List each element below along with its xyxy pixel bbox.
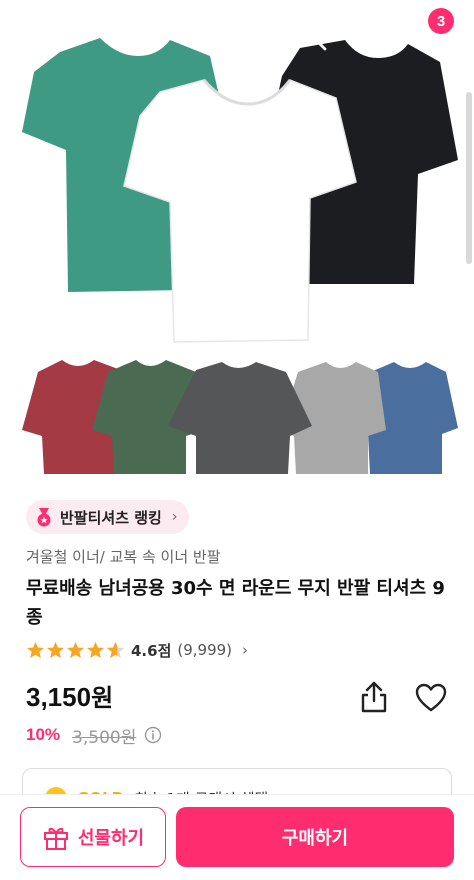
buy-button[interactable]: 구매하기 — [176, 807, 454, 867]
info-icon[interactable] — [144, 726, 162, 744]
half-star-icon — [106, 641, 125, 658]
sale-price: 3,150원 — [26, 678, 113, 713]
medal-icon — [37, 508, 51, 527]
search-icon — [298, 22, 327, 51]
home-button[interactable] — [354, 18, 394, 58]
product-category[interactable]: 겨울철 이너/ 교복 속 이너 반팔 — [26, 546, 221, 567]
rating-value: 4.6점 — [131, 641, 172, 660]
gift-button[interactable]: 선물하기 — [20, 807, 166, 867]
price-unit: 원 — [91, 684, 114, 712]
gift-icon — [43, 827, 68, 850]
ranking-label: 반팔티셔츠 랭킹 — [60, 508, 162, 527]
scroll-indicator — [466, 92, 472, 264]
share-button[interactable] — [358, 680, 390, 714]
share-icon — [361, 681, 387, 713]
chevron-right-icon: › — [242, 641, 249, 659]
discount-row: 10% 3,500원 — [26, 722, 162, 748]
chevron-right-icon: › — [171, 509, 178, 525]
original-price: 3,500원 — [72, 727, 137, 748]
heart-icon — [415, 683, 447, 712]
price-number: 3,150 — [26, 682, 92, 712]
discount-rate: 10% — [26, 725, 61, 744]
buy-label: 구매하기 — [281, 828, 349, 849]
product-image[interactable]: 3 — [0, 0, 474, 480]
bottom-action-bar: 선물하기 구매하기 — [0, 794, 474, 880]
wishlist-button[interactable] — [414, 682, 448, 714]
home-icon — [356, 20, 384, 49]
product-title: 무료배송 남녀공용 30수 면 라운드 무지 반팔 티셔츠 9종 — [26, 578, 445, 628]
review-count: (9,999) — [177, 641, 233, 659]
back-button[interactable] — [18, 20, 54, 56]
ranking-chip[interactable]: 반팔티셔츠 랭킹 › — [26, 500, 190, 534]
star-icon — [86, 641, 105, 658]
star-icon — [26, 641, 45, 658]
top-navigation: 3 — [0, 0, 474, 80]
gift-label: 선물하기 — [77, 828, 145, 849]
star-rating — [26, 641, 125, 660]
rating-row[interactable]: 4.6점 (9,999) › — [26, 638, 248, 662]
chevron-left-icon — [21, 21, 36, 49]
cart-count-badge: 3 — [428, 8, 454, 34]
star-icon — [46, 641, 65, 658]
star-icon — [66, 641, 85, 658]
search-button[interactable] — [296, 20, 336, 60]
